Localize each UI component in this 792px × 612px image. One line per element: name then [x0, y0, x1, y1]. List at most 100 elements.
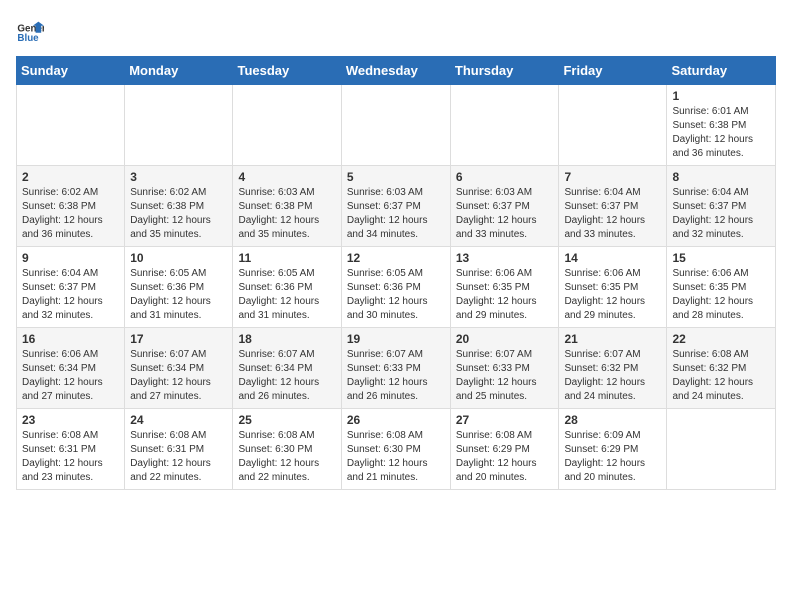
page-header: General Blue: [16, 16, 776, 44]
day-number: 12: [347, 251, 445, 265]
calendar-week-0: 1 Sunrise: 6:01 AM Sunset: 6:38 PM Daylig…: [17, 85, 776, 166]
day-info: Sunrise: 6:01 AM Sunset: 6:38 PM Dayligh…: [672, 105, 770, 161]
calendar-week-3: 16Sunrise: 6:06 AM Sunset: 6:34 PM Dayli…: [17, 328, 776, 409]
day-number: 8: [672, 170, 770, 184]
day-info: Sunrise: 6:05 AM Sunset: 6:36 PM Dayligh…: [347, 267, 445, 323]
day-number: 10: [130, 251, 227, 265]
day-number: 1: [672, 89, 770, 103]
calendar-cell: 19 Sunrise: 6:07 AM Sunset: 6:33 PM Dayli…: [341, 328, 450, 409]
day-info: Sunrise: 6:06 AM Sunset: 6:35 PM Dayligh…: [672, 267, 770, 323]
calendar-cell: 16Sunrise: 6:06 AM Sunset: 6:34 PM Dayli…: [17, 328, 125, 409]
day-info: Sunrise: 6:07 AM Sunset: 6:34 PM Dayligh…: [238, 348, 335, 404]
day-number: 7: [564, 170, 661, 184]
calendar-cell: [450, 85, 559, 166]
logo-icon: General Blue: [16, 16, 44, 44]
calendar-cell: 3 Sunrise: 6:02 AM Sunset: 6:38 PM Daylig…: [125, 166, 233, 247]
header-sunday: Sunday: [17, 57, 125, 85]
calendar-cell: 7 Sunrise: 6:04 AM Sunset: 6:37 PM Daylig…: [559, 166, 667, 247]
calendar-cell: 4 Sunrise: 6:03 AM Sunset: 6:38 PM Daylig…: [233, 166, 341, 247]
day-number: 3: [130, 170, 227, 184]
day-info: Sunrise: 6:08 AM Sunset: 6:29 PM Dayligh…: [456, 429, 554, 485]
calendar-cell: 11 Sunrise: 6:05 AM Sunset: 6:36 PM Dayli…: [233, 247, 341, 328]
calendar-cell: 14 Sunrise: 6:06 AM Sunset: 6:35 PM Dayli…: [559, 247, 667, 328]
calendar-header-row: SundayMondayTuesdayWednesdayThursdayFrid…: [17, 57, 776, 85]
day-info: Sunrise: 6:08 AM Sunset: 6:31 PM Dayligh…: [130, 429, 227, 485]
calendar-cell: [667, 409, 776, 490]
header-thursday: Thursday: [450, 57, 559, 85]
day-number: 19: [347, 332, 445, 346]
day-number: 17: [130, 332, 227, 346]
day-number: 14: [564, 251, 661, 265]
calendar-cell: 9 Sunrise: 6:04 AM Sunset: 6:37 PM Daylig…: [17, 247, 125, 328]
day-info: Sunrise: 6:03 AM Sunset: 6:37 PM Dayligh…: [347, 186, 445, 242]
header-saturday: Saturday: [667, 57, 776, 85]
calendar-cell: 8 Sunrise: 6:04 AM Sunset: 6:37 PM Daylig…: [667, 166, 776, 247]
header-monday: Monday: [125, 57, 233, 85]
day-info: Sunrise: 6:02 AM Sunset: 6:38 PM Dayligh…: [130, 186, 227, 242]
calendar-cell: 12 Sunrise: 6:05 AM Sunset: 6:36 PM Dayli…: [341, 247, 450, 328]
calendar-cell: 5 Sunrise: 6:03 AM Sunset: 6:37 PM Daylig…: [341, 166, 450, 247]
day-info: Sunrise: 6:08 AM Sunset: 6:31 PM Dayligh…: [22, 429, 119, 485]
day-number: 26: [347, 413, 445, 427]
calendar-cell: 20 Sunrise: 6:07 AM Sunset: 6:33 PM Dayli…: [450, 328, 559, 409]
day-number: 13: [456, 251, 554, 265]
calendar-cell: 17Sunrise: 6:07 AM Sunset: 6:34 PM Dayli…: [125, 328, 233, 409]
calendar-cell: 1 Sunrise: 6:01 AM Sunset: 6:38 PM Daylig…: [667, 85, 776, 166]
day-info: Sunrise: 6:04 AM Sunset: 6:37 PM Dayligh…: [22, 267, 119, 323]
day-number: 20: [456, 332, 554, 346]
calendar-cell: 6 Sunrise: 6:03 AM Sunset: 6:37 PM Daylig…: [450, 166, 559, 247]
calendar-cell: 2 Sunrise: 6:02 AM Sunset: 6:38 PM Daylig…: [17, 166, 125, 247]
day-number: 5: [347, 170, 445, 184]
day-info: Sunrise: 6:05 AM Sunset: 6:36 PM Dayligh…: [238, 267, 335, 323]
day-info: Sunrise: 6:04 AM Sunset: 6:37 PM Dayligh…: [672, 186, 770, 242]
day-info: Sunrise: 6:06 AM Sunset: 6:35 PM Dayligh…: [564, 267, 661, 323]
day-info: Sunrise: 6:08 AM Sunset: 6:30 PM Dayligh…: [238, 429, 335, 485]
day-info: Sunrise: 6:04 AM Sunset: 6:37 PM Dayligh…: [564, 186, 661, 242]
calendar-cell: [559, 85, 667, 166]
day-info: Sunrise: 6:03 AM Sunset: 6:37 PM Dayligh…: [456, 186, 554, 242]
calendar-table: SundayMondayTuesdayWednesdayThursdayFrid…: [16, 56, 776, 490]
day-number: 4: [238, 170, 335, 184]
calendar-cell: [341, 85, 450, 166]
day-info: Sunrise: 6:06 AM Sunset: 6:35 PM Dayligh…: [456, 267, 554, 323]
day-number: 28: [564, 413, 661, 427]
day-number: 25: [238, 413, 335, 427]
calendar-cell: 18 Sunrise: 6:07 AM Sunset: 6:34 PM Dayli…: [233, 328, 341, 409]
calendar-cell: 25 Sunrise: 6:08 AM Sunset: 6:30 PM Dayli…: [233, 409, 341, 490]
calendar-week-1: 2 Sunrise: 6:02 AM Sunset: 6:38 PM Daylig…: [17, 166, 776, 247]
day-number: 27: [456, 413, 554, 427]
calendar-week-2: 9 Sunrise: 6:04 AM Sunset: 6:37 PM Daylig…: [17, 247, 776, 328]
day-info: Sunrise: 6:06 AM Sunset: 6:34 PM Dayligh…: [22, 348, 119, 404]
day-number: 23: [22, 413, 119, 427]
calendar-cell: 26 Sunrise: 6:08 AM Sunset: 6:30 PM Dayli…: [341, 409, 450, 490]
day-info: Sunrise: 6:07 AM Sunset: 6:32 PM Dayligh…: [564, 348, 661, 404]
day-number: 21: [564, 332, 661, 346]
calendar-cell: 24 Sunrise: 6:08 AM Sunset: 6:31 PM Dayli…: [125, 409, 233, 490]
day-number: 6: [456, 170, 554, 184]
day-info: Sunrise: 6:03 AM Sunset: 6:38 PM Dayligh…: [238, 186, 335, 242]
calendar-cell: 22 Sunrise: 6:08 AM Sunset: 6:32 PM Dayli…: [667, 328, 776, 409]
svg-text:Blue: Blue: [17, 33, 39, 44]
logo: General Blue: [16, 16, 48, 44]
day-info: Sunrise: 6:07 AM Sunset: 6:33 PM Dayligh…: [347, 348, 445, 404]
day-info: Sunrise: 6:05 AM Sunset: 6:36 PM Dayligh…: [130, 267, 227, 323]
day-info: Sunrise: 6:02 AM Sunset: 6:38 PM Dayligh…: [22, 186, 119, 242]
day-number: 9: [22, 251, 119, 265]
header-friday: Friday: [559, 57, 667, 85]
header-wednesday: Wednesday: [341, 57, 450, 85]
day-number: 18: [238, 332, 335, 346]
day-info: Sunrise: 6:07 AM Sunset: 6:33 PM Dayligh…: [456, 348, 554, 404]
day-number: 11: [238, 251, 335, 265]
calendar-cell: 15 Sunrise: 6:06 AM Sunset: 6:35 PM Dayli…: [667, 247, 776, 328]
day-number: 15: [672, 251, 770, 265]
day-info: Sunrise: 6:08 AM Sunset: 6:30 PM Dayligh…: [347, 429, 445, 485]
calendar-cell: 21 Sunrise: 6:07 AM Sunset: 6:32 PM Dayli…: [559, 328, 667, 409]
calendar-cell: 10 Sunrise: 6:05 AM Sunset: 6:36 PM Dayli…: [125, 247, 233, 328]
day-number: 2: [22, 170, 119, 184]
calendar-cell: [233, 85, 341, 166]
calendar-cell: 13 Sunrise: 6:06 AM Sunset: 6:35 PM Dayli…: [450, 247, 559, 328]
day-info: Sunrise: 6:08 AM Sunset: 6:32 PM Dayligh…: [672, 348, 770, 404]
header-tuesday: Tuesday: [233, 57, 341, 85]
day-number: 22: [672, 332, 770, 346]
day-number: 24: [130, 413, 227, 427]
